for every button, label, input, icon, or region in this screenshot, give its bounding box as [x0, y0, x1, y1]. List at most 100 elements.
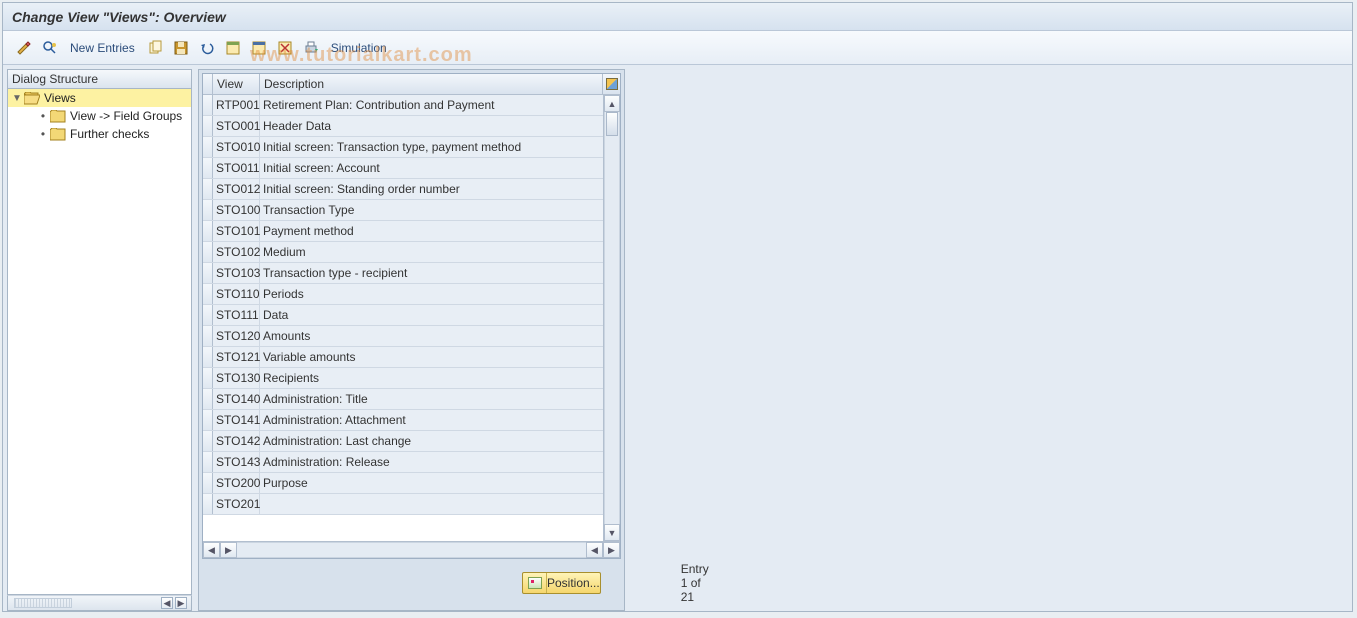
scroll-right-end-button[interactable]: ▶ — [603, 542, 620, 558]
row-selector[interactable] — [203, 221, 213, 241]
collapse-icon[interactable]: ▼ — [10, 93, 24, 104]
undo-button[interactable] — [197, 38, 217, 58]
cell-description[interactable]: Initial screen: Standing order number — [260, 179, 603, 199]
scroll-right-button[interactable]: ▶ — [175, 597, 187, 609]
delete-button[interactable] — [275, 38, 295, 58]
row-selector[interactable] — [203, 95, 213, 115]
row-selector[interactable] — [203, 200, 213, 220]
tree-node-views[interactable]: ▼ Views — [8, 89, 191, 107]
table-row[interactable]: STO200Purpose — [203, 473, 603, 494]
table-row[interactable]: STO111Data — [203, 305, 603, 326]
cell-view[interactable]: STO012 — [213, 179, 260, 199]
configure-columns-button[interactable] — [602, 74, 620, 94]
table-row[interactable]: STO142Administration: Last change — [203, 431, 603, 452]
cell-view[interactable]: STO010 — [213, 137, 260, 157]
cell-view[interactable]: STO011 — [213, 158, 260, 178]
cell-description[interactable]: Administration: Attachment — [260, 410, 603, 430]
table-row[interactable]: STO102Medium — [203, 242, 603, 263]
cell-view[interactable]: STO141 — [213, 410, 260, 430]
cell-description[interactable]: Recipients — [260, 368, 603, 388]
scroll-down-button[interactable]: ▼ — [604, 524, 620, 541]
row-selector[interactable] — [203, 137, 213, 157]
table-row[interactable]: STO140Administration: Title — [203, 389, 603, 410]
deselect-all-button[interactable] — [249, 38, 269, 58]
cell-description[interactable]: Periods — [260, 284, 603, 304]
table-row[interactable]: STO130Recipients — [203, 368, 603, 389]
cell-view[interactable]: STO142 — [213, 431, 260, 451]
table-row[interactable]: STO010Initial screen: Transaction type, … — [203, 137, 603, 158]
row-selector[interactable] — [203, 347, 213, 367]
table-row[interactable]: STO001Header Data — [203, 116, 603, 137]
cell-view[interactable]: STO130 — [213, 368, 260, 388]
select-all-button[interactable] — [223, 38, 243, 58]
table-row[interactable]: STO012Initial screen: Standing order num… — [203, 179, 603, 200]
cell-view[interactable]: STO110 — [213, 284, 260, 304]
row-selector[interactable] — [203, 284, 213, 304]
toggle-display-change-button[interactable] — [14, 38, 34, 58]
table-row[interactable]: STO201 — [203, 494, 603, 515]
table-row[interactable]: STO143Administration: Release — [203, 452, 603, 473]
cell-description[interactable]: Data — [260, 305, 603, 325]
cell-description[interactable]: Retirement Plan: Contribution and Paymen… — [260, 95, 603, 115]
row-selector[interactable] — [203, 326, 213, 346]
cell-view[interactable]: STO001 — [213, 116, 260, 136]
cell-view[interactable]: STO201 — [213, 494, 260, 514]
position-button[interactable]: Position... — [522, 572, 601, 594]
select-all-column[interactable] — [203, 74, 213, 94]
table-row[interactable]: STO141Administration: Attachment — [203, 410, 603, 431]
cell-view[interactable]: STO101 — [213, 221, 260, 241]
cell-view[interactable]: RTP001 — [213, 95, 260, 115]
cell-view[interactable]: STO102 — [213, 242, 260, 262]
new-entries-button[interactable]: New Entries — [66, 41, 139, 55]
cell-description[interactable]: Medium — [260, 242, 603, 262]
row-selector[interactable] — [203, 179, 213, 199]
horizontal-scrollbar[interactable]: ◀ ▶ ◀ ▶ — [203, 541, 620, 558]
cell-view[interactable]: STO121 — [213, 347, 260, 367]
tree-node-further-checks[interactable]: • Further checks — [8, 125, 191, 143]
table-row[interactable]: RTP001Retirement Plan: Contribution and … — [203, 95, 603, 116]
cell-view[interactable]: STO140 — [213, 389, 260, 409]
print-button[interactable] — [301, 38, 321, 58]
cell-view[interactable]: STO143 — [213, 452, 260, 472]
table-row[interactable]: STO103Transaction type - recipient — [203, 263, 603, 284]
table-row[interactable]: STO121Variable amounts — [203, 347, 603, 368]
table-row[interactable]: STO120Amounts — [203, 326, 603, 347]
cell-description[interactable]: Purpose — [260, 473, 603, 493]
row-selector[interactable] — [203, 410, 213, 430]
simulation-button[interactable]: Simulation — [327, 41, 391, 55]
row-selector[interactable] — [203, 242, 213, 262]
table-row[interactable]: STO100Transaction Type — [203, 200, 603, 221]
scroll-left-button[interactable]: ◀ — [203, 542, 220, 558]
resize-grip[interactable] — [14, 598, 72, 608]
cell-view[interactable]: STO100 — [213, 200, 260, 220]
cell-description[interactable]: Administration: Title — [260, 389, 603, 409]
row-selector[interactable] — [203, 116, 213, 136]
scroll-track[interactable] — [237, 542, 586, 558]
scroll-right-button[interactable]: ▶ — [220, 542, 237, 558]
cell-description[interactable]: Transaction Type — [260, 200, 603, 220]
row-selector[interactable] — [203, 494, 213, 514]
cell-description[interactable]: Header Data — [260, 116, 603, 136]
cell-description[interactable]: Amounts — [260, 326, 603, 346]
cell-description[interactable]: Initial screen: Account — [260, 158, 603, 178]
column-header-description[interactable]: Description — [260, 74, 602, 94]
cell-view[interactable]: STO200 — [213, 473, 260, 493]
grid-body[interactable]: RTP001Retirement Plan: Contribution and … — [203, 95, 603, 541]
row-selector[interactable] — [203, 431, 213, 451]
cell-view[interactable]: STO111 — [213, 305, 260, 325]
scroll-track[interactable] — [604, 112, 620, 524]
scroll-thumb[interactable] — [606, 112, 618, 136]
cell-description[interactable]: Variable amounts — [260, 347, 603, 367]
find-button[interactable] — [40, 38, 60, 58]
cell-view[interactable]: STO120 — [213, 326, 260, 346]
cell-view[interactable]: STO103 — [213, 263, 260, 283]
scroll-left-button[interactable]: ◀ — [161, 597, 173, 609]
save-button[interactable] — [171, 38, 191, 58]
cell-description[interactable] — [260, 494, 603, 514]
scroll-left-end-button[interactable]: ◀ — [586, 542, 603, 558]
scroll-up-button[interactable]: ▲ — [604, 95, 620, 112]
tree-node-field-groups[interactable]: • View -> Field Groups — [8, 107, 191, 125]
row-selector[interactable] — [203, 368, 213, 388]
column-header-view[interactable]: View — [213, 74, 260, 94]
table-row[interactable]: STO101Payment method — [203, 221, 603, 242]
